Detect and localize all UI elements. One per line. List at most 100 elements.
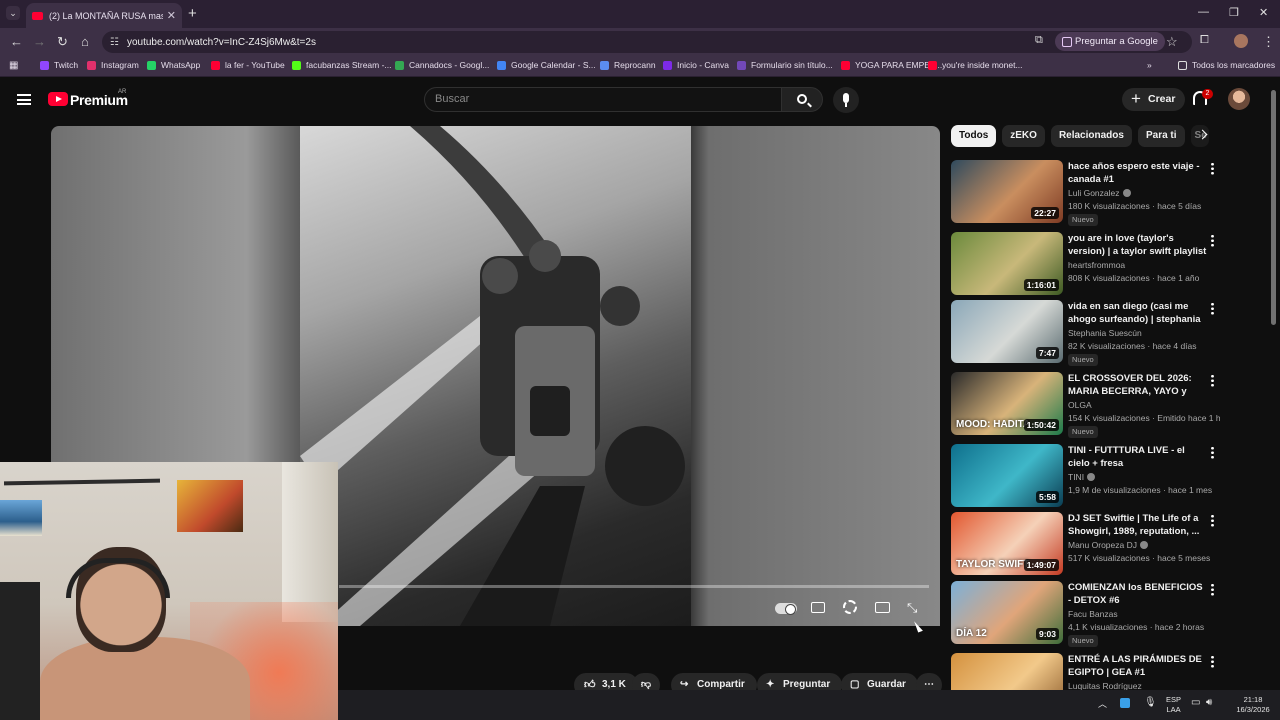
related-video-item[interactable]: DÍA 12 9:03 COMIENZAN los BENEFICIOS - DET… xyxy=(951,581,1231,647)
video-channel[interactable]: Manu Oropeza DJ xyxy=(1068,540,1148,550)
browser-tab-active[interactable]: (2) La MONTAÑA RUSA mas RÁ ✕ xyxy=(26,3,182,28)
url-field[interactable]: ☷ youtube.com/watch?v=InC-Z4Sj6Mw&t=2s xyxy=(102,31,1192,53)
page-scrollbar[interactable] xyxy=(1271,90,1276,325)
more-options-icon[interactable] xyxy=(1211,234,1214,247)
bookmark-item[interactable]: you're inside monet... xyxy=(928,60,1023,70)
profile-avatar[interactable] xyxy=(1234,34,1248,48)
new-tab-icon[interactable]: + xyxy=(188,5,197,22)
filter-chip[interactable]: Todos xyxy=(951,125,997,147)
more-options-icon[interactable] xyxy=(1211,583,1214,596)
search-button[interactable] xyxy=(781,87,823,112)
language-indicator[interactable]: ESP LAA xyxy=(1166,695,1181,715)
all-bookmarks-folder[interactable]: Todos los marcadores xyxy=(1178,60,1275,70)
video-progress-bar[interactable] xyxy=(339,585,929,588)
video-title[interactable]: ENTRÉ A LAS PIRÁMIDES DE EGIPTO | GEA #1 xyxy=(1068,653,1208,679)
bookmark-star-icon[interactable]: ☆ xyxy=(1166,34,1178,50)
close-window-icon[interactable]: ✕ xyxy=(1259,6,1268,19)
bookmark-item[interactable]: la fer - YouTube xyxy=(211,60,285,70)
bookmark-item[interactable]: Formulario sin título... xyxy=(737,60,833,70)
exit-fullscreen-icon[interactable]: ⤡ xyxy=(907,600,917,616)
network-icon[interactable]: ▭ xyxy=(1191,698,1200,708)
video-channel[interactable]: OLGA xyxy=(1068,400,1092,410)
bookmark-item[interactable]: Reprocann xyxy=(600,60,656,70)
related-video-item[interactable]: 22:27 hace años espero este viaje - canad… xyxy=(951,160,1231,226)
video-thumbnail[interactable]: 1:16:01 xyxy=(951,232,1063,295)
more-options-icon[interactable] xyxy=(1211,302,1214,315)
cast-icon[interactable]: ⧉ xyxy=(1035,34,1043,47)
video-title[interactable]: you are in love (taylor's version) | a t… xyxy=(1068,232,1208,258)
youtube-logo-icon[interactable] xyxy=(48,92,68,106)
hamburger-menu-icon[interactable] xyxy=(17,94,31,105)
video-channel[interactable]: Luquitas Rodríguez xyxy=(1068,681,1142,690)
browser-menu-icon[interactable]: ⋮ xyxy=(1262,34,1275,50)
video-thumbnail[interactable]: 7:47 xyxy=(951,300,1063,363)
subtitles-icon[interactable] xyxy=(811,602,825,613)
more-options-icon[interactable] xyxy=(1211,374,1214,387)
forward-icon[interactable]: → xyxy=(33,34,46,49)
video-thumbnail[interactable]: TAYLOR SWIFT 1:49:07 xyxy=(951,512,1063,575)
video-channel[interactable]: Facu Banzas xyxy=(1068,609,1118,619)
video-thumbnail[interactable]: MOOD: HADITA 1:50:42 xyxy=(951,372,1063,435)
autoplay-toggle[interactable] xyxy=(775,603,797,615)
more-options-icon[interactable] xyxy=(1211,162,1214,175)
video-thumbnail[interactable]: EGIPTO xyxy=(951,653,1063,690)
volume-icon[interactable]: 🔊︎ xyxy=(1206,698,1212,708)
bookmark-item[interactable]: Inicio - Canva xyxy=(663,60,729,70)
create-button[interactable]: Crear xyxy=(1122,87,1186,111)
video-title[interactable]: EL CROSSOVER DEL 2026: MARIA BECERRA, YA… xyxy=(1068,372,1208,398)
bookmark-item[interactable]: Twitch xyxy=(40,60,78,70)
related-video-item[interactable]: 5:58 TINI - FUTTTURA LIVE - el cielo + fr… xyxy=(951,444,1231,510)
related-video-item[interactable]: EGIPTOENTRÉ A LAS PIRÁMIDES DE EGIPTO | … xyxy=(951,653,1231,690)
filter-chip[interactable]: Relacionados xyxy=(1050,125,1132,147)
bookmark-item[interactable]: facubanzas Stream -... xyxy=(292,60,392,70)
webcam-chair xyxy=(0,582,40,720)
bookmark-item[interactable]: Cannadocs - Googl... xyxy=(395,60,489,70)
video-channel[interactable]: heartsfrommoa xyxy=(1068,260,1125,270)
video-thumbnail[interactable]: 22:27 xyxy=(951,160,1063,223)
ask-google-button[interactable]: Preguntar a Google xyxy=(1055,32,1165,51)
channel-name: Manu Oropeza DJ xyxy=(1068,540,1137,550)
minimize-icon[interactable]: — xyxy=(1198,6,1209,18)
bookmark-item[interactable]: WhatsApp xyxy=(147,60,200,70)
video-channel[interactable]: Stephania Suescún xyxy=(1068,328,1142,338)
more-bookmarks-icon[interactable]: » xyxy=(1147,60,1152,70)
video-thumbnail[interactable]: DÍA 12 9:03 xyxy=(951,581,1063,644)
search-input[interactable]: Buscar xyxy=(424,87,782,112)
video-channel[interactable]: TINI xyxy=(1068,472,1096,482)
video-title[interactable]: COMIENZAN los BENEFICIOS - DETOX #6 xyxy=(1068,581,1208,607)
video-title[interactable]: hace años espero este viaje - canada #1 xyxy=(1068,160,1208,186)
more-options-icon[interactable] xyxy=(1211,655,1214,668)
tray-mic-icon[interactable]: 🎙︎ xyxy=(1144,698,1157,708)
video-title[interactable]: TINI - FUTTTURA LIVE - el cielo + fresa xyxy=(1068,444,1208,470)
video-title[interactable]: DJ SET Swiftie | The Life of a Showgirl,… xyxy=(1068,512,1208,538)
theater-mode-icon[interactable] xyxy=(875,602,890,613)
more-options-icon[interactable] xyxy=(1211,446,1214,459)
bookmark-item[interactable]: Google Calendar - S... xyxy=(497,60,596,70)
related-video-item[interactable]: 7:47 vida en san diego (casi me ahogo sur… xyxy=(951,300,1231,366)
tray-app-icon[interactable] xyxy=(1120,698,1130,708)
video-title[interactable]: vida en san diego (casi me ahogo surfean… xyxy=(1068,300,1208,326)
related-video-item[interactable]: 1:16:01 you are in love (taylor's version… xyxy=(951,232,1231,298)
bookmark-item[interactable]: Instagram xyxy=(87,60,139,70)
filter-chip[interactable]: zEKO xyxy=(1002,125,1045,147)
restore-icon[interactable]: ❐ xyxy=(1229,6,1239,19)
more-options-icon[interactable] xyxy=(1211,514,1214,527)
settings-gear-icon[interactable] xyxy=(843,600,857,614)
tray-chevron-icon[interactable]: ︿ xyxy=(1098,699,1107,709)
related-video-item[interactable]: TAYLOR SWIFT 1:49:07 DJ SET Swiftie | The … xyxy=(951,512,1231,578)
voice-search-mic-icon[interactable] xyxy=(833,87,859,113)
filter-chip[interactable]: Para ti xyxy=(1137,125,1185,147)
extensions-icon[interactable]: ⧠ xyxy=(1200,34,1209,47)
back-icon[interactable]: ← xyxy=(10,34,23,49)
close-tab-icon[interactable]: ✕ xyxy=(167,9,176,22)
video-channel[interactable]: Luli Gonzalez xyxy=(1068,188,1131,198)
site-info-icon[interactable]: ☷ xyxy=(110,37,119,48)
clock[interactable]: 21:18 16/3/2026 xyxy=(1235,695,1271,715)
account-avatar[interactable] xyxy=(1228,88,1250,110)
home-icon[interactable]: ⌂ xyxy=(81,34,89,49)
apps-grid-icon[interactable]: ▦ xyxy=(9,60,18,71)
tab-search-icon[interactable]: ⌄ xyxy=(6,6,20,20)
reload-icon[interactable]: ↻ xyxy=(57,34,68,50)
related-video-item[interactable]: MOOD: HADITA 1:50:42 EL CROSSOVER DEL 2026… xyxy=(951,372,1231,438)
video-thumbnail[interactable]: 5:58 xyxy=(951,444,1063,507)
